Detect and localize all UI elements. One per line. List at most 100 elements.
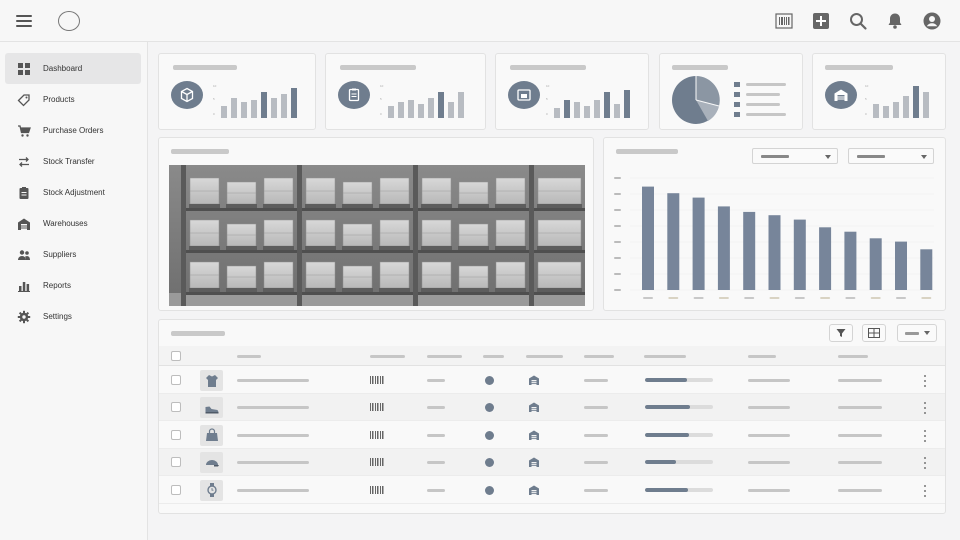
chart-bar[interactable] xyxy=(895,241,907,290)
sidebar-item-settings[interactable]: Settings xyxy=(5,301,141,332)
product-name-placeholder[interactable] xyxy=(237,406,309,410)
table-row[interactable] xyxy=(159,449,945,477)
card-title-placeholder xyxy=(825,65,893,70)
column-header[interactable] xyxy=(838,355,868,358)
cell-placeholder xyxy=(748,406,790,410)
chart-bar[interactable] xyxy=(869,238,882,290)
sidebar-item-reports[interactable]: Reports xyxy=(5,270,141,301)
row-actions-kebab-icon[interactable] xyxy=(922,457,928,470)
cell-placeholder xyxy=(838,406,882,410)
row-actions-kebab-icon[interactable] xyxy=(922,484,928,497)
warehouse-shelves-image xyxy=(169,165,585,306)
row-checkbox[interactable] xyxy=(171,402,181,413)
svg-text:10: 10 xyxy=(865,84,869,88)
pallet xyxy=(379,288,410,292)
barcode-scan-icon[interactable] xyxy=(765,10,802,32)
column-header[interactable] xyxy=(370,355,405,358)
table-row[interactable] xyxy=(159,477,945,504)
chart-bar[interactable] xyxy=(819,227,832,290)
add-square-icon[interactable] xyxy=(802,10,839,32)
logo[interactable] xyxy=(58,11,80,31)
chart-bar[interactable] xyxy=(743,211,756,290)
y-tick-label xyxy=(614,241,621,243)
table-row[interactable] xyxy=(159,394,945,422)
account-icon[interactable] xyxy=(913,10,950,32)
cell-placeholder xyxy=(584,461,608,465)
row-checkbox[interactable] xyxy=(171,484,181,495)
row-actions-kebab-icon[interactable] xyxy=(922,375,928,387)
stat-card-3: 10 5 0 xyxy=(495,53,649,130)
product-name-placeholder[interactable] xyxy=(237,461,309,465)
product-name-placeholder[interactable] xyxy=(237,433,309,437)
pallet xyxy=(537,204,582,208)
row-checkbox[interactable] xyxy=(171,375,181,385)
select-all-checkbox[interactable] xyxy=(171,351,181,361)
row-actions-kebab-icon[interactable] xyxy=(922,402,928,415)
card-title-placeholder xyxy=(510,65,586,70)
table-row[interactable] xyxy=(159,422,945,449)
legend-item xyxy=(734,112,786,117)
cart-icon xyxy=(17,124,31,138)
sidebar-item-label: Stock Transfer xyxy=(43,157,95,166)
pallet xyxy=(342,204,373,208)
svg-text:10: 10 xyxy=(380,84,384,88)
gear-icon xyxy=(17,310,31,324)
table-row[interactable] xyxy=(159,367,945,394)
sidebar-item-stock-transfer[interactable]: Stock Transfer xyxy=(5,146,141,177)
sidebar-item-warehouses[interactable]: Warehouses xyxy=(5,208,141,239)
cell-placeholder xyxy=(584,406,608,410)
chart-bar[interactable] xyxy=(667,193,680,290)
column-header[interactable] xyxy=(237,355,261,358)
warehouse-icon xyxy=(825,81,857,109)
sidebar-item-label: Settings xyxy=(43,312,72,321)
chart-bar[interactable] xyxy=(768,215,781,290)
product-name-placeholder[interactable] xyxy=(237,488,309,492)
row-actions-kebab-icon[interactable] xyxy=(922,429,928,442)
sidebar-item-suppliers[interactable]: Suppliers xyxy=(5,239,141,270)
column-header[interactable] xyxy=(427,355,462,358)
svg-text:5: 5 xyxy=(865,97,867,101)
columns-dropdown[interactable] xyxy=(897,324,937,342)
chart-bar[interactable] xyxy=(717,206,730,290)
pallet xyxy=(342,288,373,292)
product-thumbnail xyxy=(200,452,223,474)
chart-bar[interactable] xyxy=(920,249,933,290)
chart-filter-dropdown-2[interactable] xyxy=(848,148,934,164)
barcode-icon xyxy=(370,485,385,494)
top-bar xyxy=(0,0,960,42)
cell-placeholder xyxy=(427,461,445,465)
chart-bar[interactable] xyxy=(692,197,705,290)
sidebar-item-purchase-orders[interactable]: Purchase Orders xyxy=(5,115,141,146)
chart-bar[interactable] xyxy=(642,186,654,290)
grid-view-button[interactable] xyxy=(862,324,886,342)
clipboard-icon xyxy=(338,81,370,109)
hamburger-menu-icon[interactable] xyxy=(16,15,32,27)
column-header[interactable] xyxy=(483,355,504,358)
search-icon[interactable] xyxy=(839,10,876,32)
mini-bar-chart: 10 5 0 xyxy=(213,84,297,118)
status-dot xyxy=(485,458,494,468)
filter-button[interactable] xyxy=(829,324,853,342)
chart-filter-dropdown-1[interactable] xyxy=(752,148,838,164)
legend-item xyxy=(734,82,786,87)
sidebar-item-products[interactable]: Products xyxy=(5,84,141,115)
sidebar-item-stock-adjustment[interactable]: Stock Adjustment xyxy=(5,177,141,208)
chevron-down-icon xyxy=(923,331,930,335)
row-checkbox[interactable] xyxy=(171,457,181,468)
product-name-placeholder[interactable] xyxy=(237,379,309,382)
shelf-beam xyxy=(532,208,585,211)
y-tick-label xyxy=(614,289,621,291)
pallet xyxy=(421,204,452,208)
product-thumbnail xyxy=(200,370,223,391)
pallet xyxy=(189,246,220,250)
pallet xyxy=(226,204,257,208)
chart-bar[interactable] xyxy=(844,231,857,290)
column-header[interactable] xyxy=(526,355,563,358)
column-header[interactable] xyxy=(748,355,776,358)
sidebar-item-dashboard[interactable]: Dashboard xyxy=(5,53,141,84)
chart-bar[interactable] xyxy=(793,219,806,290)
bell-icon[interactable] xyxy=(876,10,913,32)
column-header[interactable] xyxy=(584,355,614,358)
row-checkbox[interactable] xyxy=(171,429,181,440)
column-header[interactable] xyxy=(644,355,686,358)
